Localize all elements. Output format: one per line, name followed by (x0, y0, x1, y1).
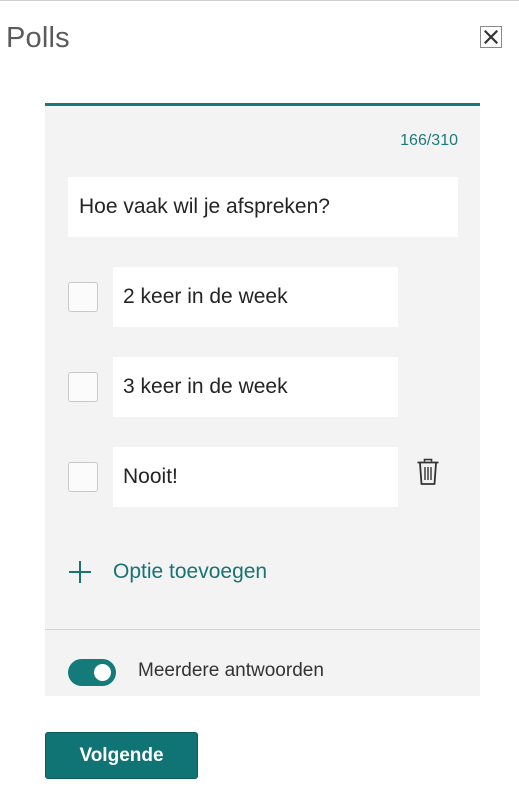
plus-icon (68, 560, 92, 584)
trash-icon (417, 458, 439, 485)
option-1-text: 2 keer in de week (123, 285, 288, 308)
top-divider (0, 0, 519, 1)
character-counter: 166/310 (400, 132, 458, 149)
poll-option-1: 2 keer in de week (68, 267, 458, 327)
polls-page: Polls 166/310 Hoe vaak wil je afspreken?… (0, 0, 519, 792)
poll-editor-panel: 166/310 Hoe vaak wil je afspreken? 2 kee… (45, 103, 480, 696)
option-2-checkbox[interactable] (68, 372, 98, 402)
option-3-text: Nooit! (123, 465, 178, 488)
multiple-answers-toggle[interactable] (68, 659, 116, 686)
page-title: Polls (6, 22, 70, 54)
panel-divider (45, 629, 480, 630)
option-3-input[interactable]: Nooit! (113, 447, 398, 507)
close-button[interactable] (480, 26, 502, 48)
add-option-label: Optie toevoegen (113, 560, 268, 583)
option-2-text: 3 keer in de week (123, 375, 288, 398)
add-option-button[interactable]: Optie toevoegen (68, 557, 267, 587)
toggle-knob (94, 664, 111, 681)
close-icon (484, 30, 498, 44)
delete-option-button[interactable] (415, 457, 441, 487)
poll-option-3: Nooit! (68, 447, 458, 507)
option-1-input[interactable]: 2 keer in de week (113, 267, 398, 327)
option-2-input[interactable]: 3 keer in de week (113, 357, 398, 417)
multiple-answers-label: Meerdere antwoorden (138, 660, 324, 681)
question-text: Hoe vaak wil je afspreken? (79, 195, 330, 218)
option-1-checkbox[interactable] (68, 282, 98, 312)
poll-option-2: 3 keer in de week (68, 357, 458, 417)
option-3-checkbox[interactable] (68, 462, 98, 492)
question-input[interactable]: Hoe vaak wil je afspreken? (68, 177, 458, 237)
next-button[interactable]: Volgende (45, 732, 198, 779)
